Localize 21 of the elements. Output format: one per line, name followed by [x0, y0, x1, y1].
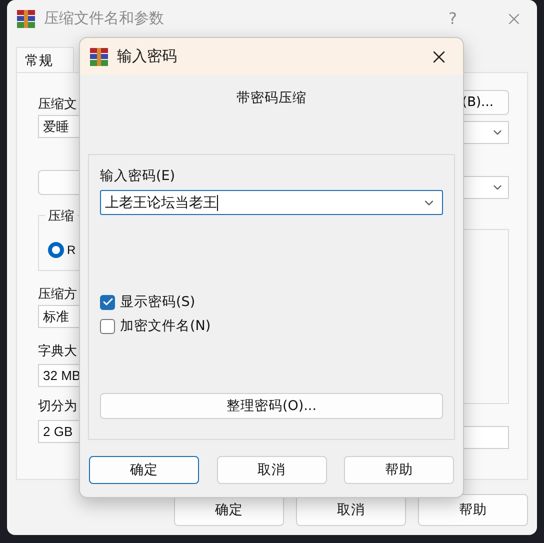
field-label: 压缩方	[38, 286, 78, 304]
dialog-button[interactable]: 确定	[89, 456, 199, 484]
password-field[interactable]: 上老王论坛当老王	[100, 190, 443, 215]
organize-passwords-button[interactable]: 整理密码(O)...	[100, 393, 443, 419]
dialog-button[interactable]: 取消	[216, 456, 326, 484]
field-label: 字典大	[38, 343, 78, 361]
window-title: 压缩文件名和参数	[44, 9, 165, 28]
checkbox[interactable]	[100, 318, 115, 334]
checkbox[interactable]	[100, 294, 115, 310]
tab[interactable]: 常规	[16, 47, 74, 72]
books-icon	[89, 46, 109, 66]
dialog-title: 输入密码	[117, 47, 178, 66]
dialog-button[interactable]: 帮助	[418, 494, 528, 526]
checkbox-label[interactable]: 加密文件名(N)	[120, 317, 211, 335]
field-label: 切分为	[38, 398, 78, 416]
dialog-heading: 带密码压缩	[236, 89, 306, 107]
dialog-button[interactable]: 帮助	[344, 456, 454, 484]
books-icon	[16, 8, 36, 28]
field-label: 压缩文	[38, 96, 78, 114]
field-label: 输入密码(E)	[100, 167, 176, 185]
checkbox-label[interactable]: 显示密码(S)	[120, 293, 196, 311]
